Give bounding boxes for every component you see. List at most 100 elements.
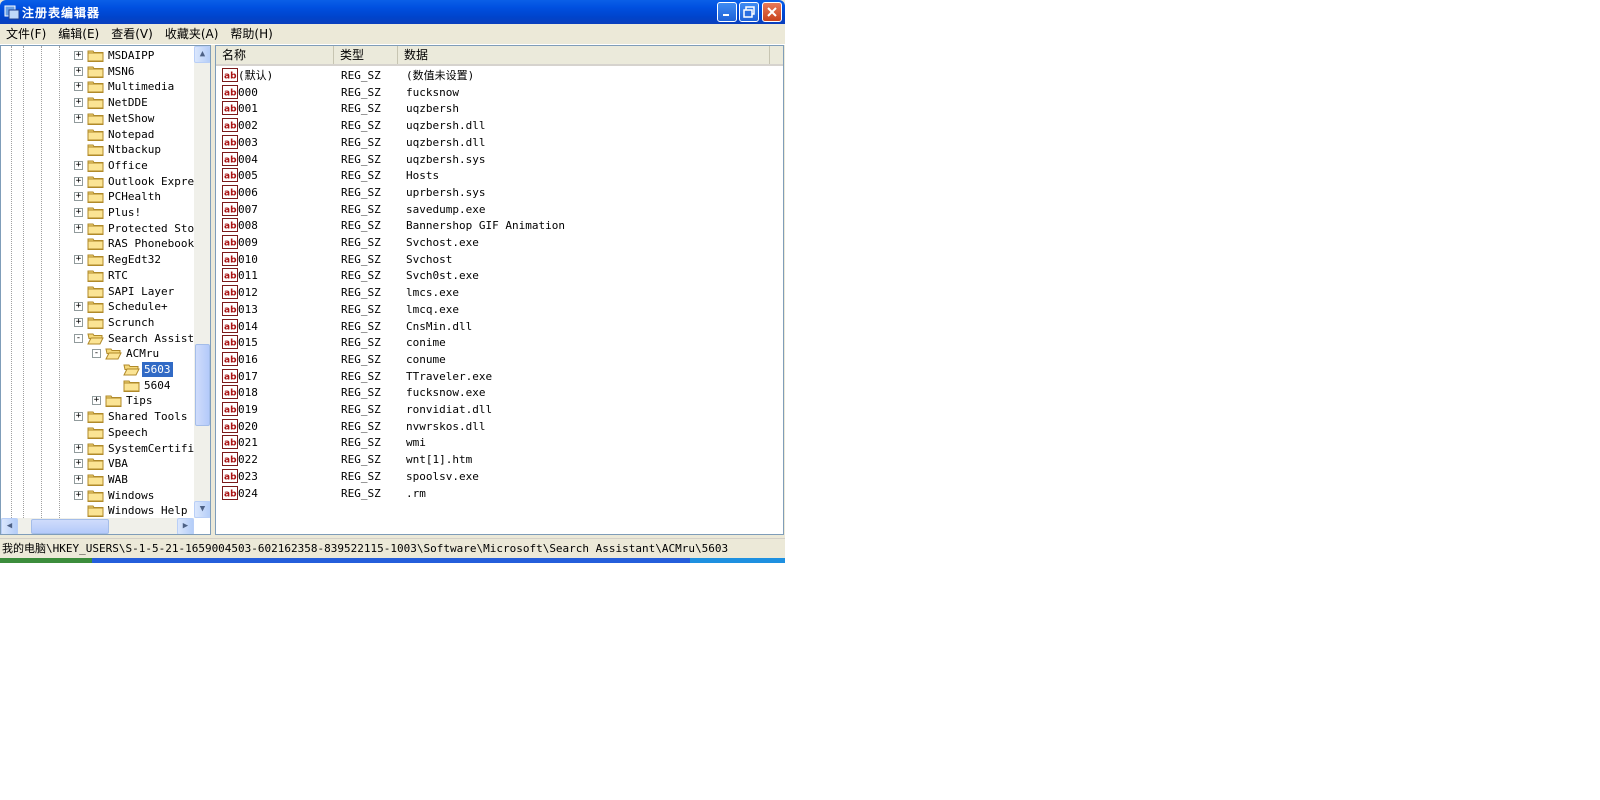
value-type: REG_SZ — [341, 319, 381, 333]
tree-vertical-scrollbar[interactable]: ▲ ▼ — [194, 46, 210, 518]
value-row[interactable]: ab 000 REG_SZ fucksnow — [216, 84, 783, 101]
expand-icon[interactable]: + — [74, 474, 83, 484]
column-type-header[interactable]: 类型 — [334, 46, 398, 64]
key-tree-pane[interactable]: + MSDAIPP + MSN6 + Multimedia + NetDDE + NetShow N… — [0, 45, 211, 535]
folder-icon — [123, 379, 140, 392]
minimize-button[interactable] — [717, 2, 737, 22]
value-row[interactable]: ab 023 REG_SZ spoolsv.exe — [216, 468, 783, 485]
menu-help[interactable]: 帮助(H) — [224, 25, 278, 43]
collapse-icon[interactable]: - — [74, 333, 83, 343]
expand-icon[interactable]: + — [74, 443, 83, 453]
svg-text:ab: ab — [224, 355, 237, 365]
value-data: wnt[1].htm — [406, 453, 473, 467]
collapse-icon[interactable]: - — [92, 349, 101, 359]
column-name-header[interactable]: 名称 — [216, 46, 334, 64]
tree-vertical-scroll-thumb[interactable] — [195, 344, 210, 426]
value-row[interactable]: ab 009 REG_SZ Svchost.exe — [216, 234, 783, 251]
value-name: (默认) — [238, 69, 274, 82]
value-type: REG_SZ — [341, 85, 381, 99]
value-row[interactable]: ab 014 REG_SZ CnsMin.dll — [216, 318, 783, 335]
column-data-header[interactable]: 数据 — [398, 46, 770, 64]
scroll-left-button[interactable]: ◀ — [1, 518, 18, 534]
menu-file[interactable]: 文件(F) — [0, 25, 52, 43]
value-row[interactable]: ab (默认) REG_SZ (数值未设置) — [216, 67, 783, 84]
value-name: 019 — [238, 403, 258, 416]
tree-item-label: Tips — [126, 394, 153, 408]
tree-horizontal-scroll-thumb[interactable] — [31, 519, 109, 534]
tree-item-label: Multimedia — [108, 80, 175, 94]
folder-icon — [87, 159, 104, 172]
restore-button[interactable] — [739, 2, 759, 22]
value-row[interactable]: ab 019 REG_SZ ronvidiat.dll — [216, 401, 783, 418]
string-value-icon: ab — [222, 351, 238, 366]
expand-icon[interactable]: + — [74, 255, 83, 265]
title-bar[interactable]: 注册表编辑器 — [0, 0, 785, 24]
menu-edit[interactable]: 编辑(E) — [52, 25, 105, 43]
value-row[interactable]: ab 010 REG_SZ Svchost — [216, 251, 783, 268]
svg-text:ab: ab — [224, 122, 237, 132]
value-row[interactable]: ab 001 REG_SZ uqzbersh — [216, 100, 783, 117]
value-row[interactable]: ab 024 REG_SZ .rm — [216, 485, 783, 502]
value-row[interactable]: ab 008 REG_SZ Bannershop GIF Animation — [216, 217, 783, 234]
value-row[interactable]: ab 018 REG_SZ fucksnow.exe — [216, 384, 783, 401]
value-data: uqzbersh.sys — [406, 152, 486, 166]
tree-item-label: SAPI Layer — [108, 284, 175, 298]
value-type: REG_SZ — [341, 252, 381, 266]
expand-icon[interactable]: + — [92, 396, 101, 406]
value-row[interactable]: ab 012 REG_SZ lmcs.exe — [216, 284, 783, 301]
value-row[interactable]: ab 005 REG_SZ Hosts — [216, 167, 783, 184]
expand-icon[interactable]: + — [74, 192, 83, 202]
svg-text:ab: ab — [224, 305, 237, 315]
expand-icon[interactable]: + — [74, 459, 83, 469]
scroll-up-button[interactable]: ▲ — [194, 46, 210, 63]
expand-icon[interactable]: + — [74, 223, 83, 233]
value-name: 001 — [238, 102, 258, 116]
value-row[interactable]: ab 016 REG_SZ conume — [216, 351, 783, 368]
value-row[interactable]: ab 003 REG_SZ uqzbersh.dll — [216, 134, 783, 151]
expand-icon[interactable]: + — [74, 160, 83, 170]
expand-icon[interactable]: + — [74, 302, 83, 312]
expand-icon[interactable]: + — [74, 317, 83, 327]
value-type: REG_SZ — [341, 152, 381, 166]
folder-icon — [87, 316, 104, 329]
value-type: REG_SZ — [341, 219, 381, 233]
menu-favorites[interactable]: 收藏夹(A) — [159, 25, 225, 43]
value-row[interactable]: ab 013 REG_SZ lmcq.exe — [216, 301, 783, 318]
expand-icon[interactable]: + — [74, 98, 83, 108]
tree-horizontal-scrollbar[interactable]: ◀ ▶ — [1, 518, 194, 534]
value-row[interactable]: ab 002 REG_SZ uqzbersh.dll — [216, 117, 783, 134]
value-type: REG_SZ — [341, 236, 381, 249]
string-value-icon: ab — [222, 118, 238, 133]
expand-icon[interactable]: + — [74, 176, 83, 186]
menu-view[interactable]: 查看(V) — [105, 25, 159, 43]
value-row[interactable]: ab 020 REG_SZ nvwrskos.dll — [216, 418, 783, 435]
expand-icon[interactable]: + — [74, 66, 83, 76]
close-button[interactable] — [762, 2, 782, 22]
scroll-right-button[interactable]: ▶ — [177, 518, 194, 534]
value-type: REG_SZ — [341, 336, 381, 350]
value-row[interactable]: ab 004 REG_SZ uqzbersh.sys — [216, 151, 783, 168]
expand-icon[interactable]: + — [74, 490, 83, 500]
tree-item-label: Ntbackup — [108, 143, 161, 157]
expand-icon[interactable]: + — [74, 82, 83, 92]
scroll-down-button[interactable]: ▼ — [194, 501, 210, 518]
expand-icon[interactable]: + — [74, 51, 83, 60]
value-row[interactable]: ab 007 REG_SZ savedump.exe — [216, 201, 783, 218]
expand-icon[interactable]: + — [74, 208, 83, 217]
svg-text:ab: ab — [224, 272, 237, 282]
expand-icon[interactable]: + — [74, 412, 83, 422]
value-row[interactable]: ab 021 REG_SZ wmi — [216, 434, 783, 451]
string-value-icon: ab — [222, 402, 238, 416]
tree-guide-line — [59, 46, 60, 518]
value-row[interactable]: ab 015 REG_SZ conime — [216, 334, 783, 351]
taskbar-strip — [0, 558, 785, 563]
value-row[interactable]: ab 022 REG_SZ wnt[1].htm — [216, 451, 783, 468]
value-data: TTraveler.exe — [406, 369, 493, 383]
values-list-pane[interactable]: 名称 类型 数据 ab (默认) REG_SZ (数值未设置) ab 000 REG_SZ f… — [215, 45, 784, 535]
folder-icon — [87, 143, 104, 157]
svg-text:ab: ab — [224, 239, 237, 249]
value-row[interactable]: ab 017 REG_SZ TTraveler.exe — [216, 368, 783, 385]
value-row[interactable]: ab 011 REG_SZ Svch0st.exe — [216, 267, 783, 284]
value-row[interactable]: ab 006 REG_SZ uprbersh.sys — [216, 184, 783, 201]
expand-icon[interactable]: + — [74, 113, 83, 123]
